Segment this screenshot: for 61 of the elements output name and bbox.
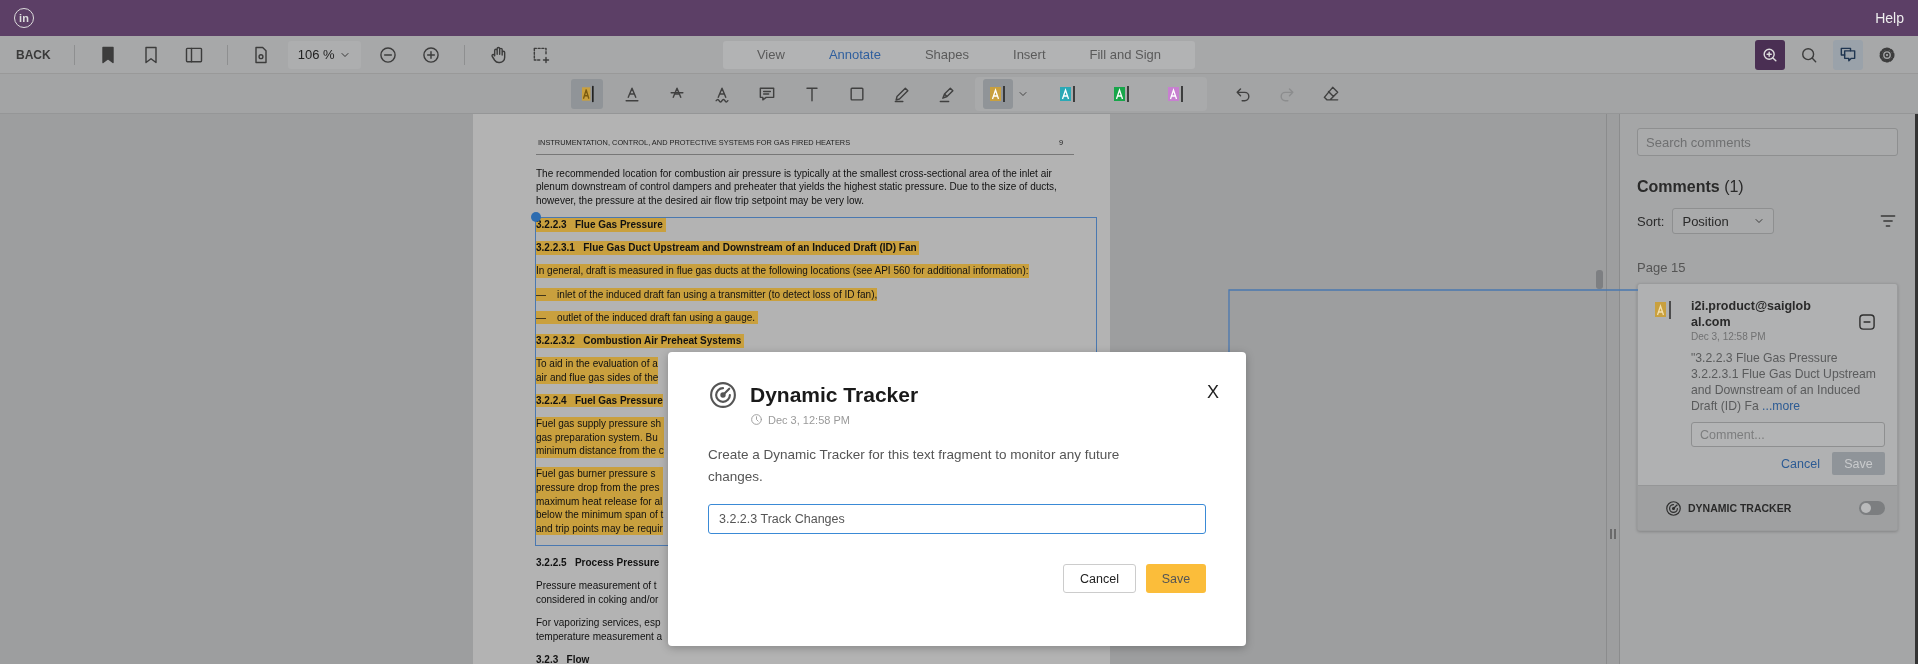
highlight-tool-button[interactable] bbox=[571, 78, 603, 109]
tracker-toggle[interactable] bbox=[1859, 501, 1885, 515]
highlight-color-button[interactable] bbox=[983, 78, 1013, 109]
text-highlight-icon bbox=[1655, 300, 1673, 320]
paragraph: Fuel gas burner pressure s pressure drop from the pres maximum heat release for al below the minimum span of t and trip points may be requir bbox=[536, 467, 664, 536]
close-button[interactable]: X bbox=[1207, 382, 1219, 403]
splitter-grip-icon[interactable] bbox=[1609, 528, 1617, 540]
scrollbar-thumb[interactable] bbox=[1596, 270, 1603, 289]
colored-text-icon bbox=[1113, 83, 1131, 104]
section-heading: 3.2.3 Flow bbox=[536, 652, 590, 664]
back-button[interactable]: BACK bbox=[16, 47, 51, 62]
paragraph: In general, draft is measured in flue gas ducts at the following locations (see API 560 for additional information): bbox=[536, 264, 1029, 278]
sort-select[interactable]: Position bbox=[1672, 208, 1775, 234]
clock-icon bbox=[750, 413, 763, 426]
more-link[interactable]: ...more bbox=[1762, 399, 1801, 413]
zoom-out-icon bbox=[377, 44, 398, 65]
mode-tab[interactable]: Annotate bbox=[806, 40, 903, 69]
mode-tab[interactable]: Shapes bbox=[902, 40, 991, 69]
section-heading: 3.2.2.3.2 Combustion Air Preheat Systems bbox=[536, 333, 745, 348]
paragraph: — outlet of the induced draft fan using a gauge. bbox=[536, 310, 758, 325]
paragraph: The recommended location for combustion air pressure is typically at the smallest cross-sectional area of the inlet air plenum downstream of control dampers and preheater that yields the highest static pressure. Due to the size of ducts, however, the pressure at the desired air flow trip setpoint may be very low. bbox=[536, 166, 1057, 208]
paragraph: — inlet of the induced draft fan using a transmitter (to detect loss of ID fan), bbox=[536, 287, 878, 302]
selection-handle[interactable] bbox=[531, 211, 541, 222]
paragraph: Pressure measurement of t considered in coking and/or bbox=[536, 579, 659, 607]
mode-tab[interactable]: Fill and Sign bbox=[1067, 40, 1184, 69]
paragraph: To aid in the evaluation of a air and flue gas sides of the bbox=[536, 357, 659, 385]
section-heading: 3.2.2.4 Fuel Gas Pressure bbox=[536, 393, 663, 408]
zoom-in-icon bbox=[420, 44, 441, 65]
minus-square-icon bbox=[1857, 312, 1877, 332]
comment-date: Dec 3, 12:58 PM bbox=[1691, 331, 1767, 342]
smart-search-button[interactable] bbox=[1755, 39, 1785, 70]
page-label: Page 15 bbox=[1637, 260, 1687, 275]
tracker-name-field[interactable]: 3.2.2.3 Track Changes bbox=[708, 504, 1206, 534]
collapse-button[interactable] bbox=[1857, 312, 1877, 332]
colored-text-icon bbox=[989, 83, 1007, 104]
cancel-link[interactable]: Cancel bbox=[1781, 456, 1820, 471]
cancel-button[interactable]: Cancel bbox=[1063, 564, 1136, 593]
zoom-select[interactable]: 106 % bbox=[287, 40, 361, 69]
section-heading: 3.2.2.5 Process Pressure bbox=[536, 556, 660, 570]
colored-text-icon bbox=[1167, 83, 1185, 104]
comments-title: Comments (1) bbox=[1637, 178, 1745, 196]
dialog-date: Dec 3, 12:58 PM bbox=[768, 413, 850, 426]
help-link[interactable]: Help bbox=[1875, 10, 1904, 26]
comments-button[interactable] bbox=[1833, 39, 1863, 70]
radar-icon bbox=[1665, 499, 1682, 517]
search-comments-field[interactable]: Search comments bbox=[1637, 128, 1898, 156]
dialog-title: Dynamic Tracker bbox=[750, 383, 919, 407]
section-heading: 3.2.2.3.1 Flue Gas Duct Upstream and Downstream of an Induced Draft (ID) Fan bbox=[536, 241, 920, 255]
paragraph: Fuel gas supply pressure sh gas preparation system. Bu minimum distance from the c bbox=[536, 417, 664, 458]
colored-text-icon bbox=[1059, 83, 1077, 104]
mode-tab[interactable]: View bbox=[734, 40, 807, 69]
dialog-message: Create a Dynamic Tracker for this text fragment to monitor any future changes. bbox=[708, 446, 1121, 486]
section-heading: 3.2.2.3 Flue Gas Pressure bbox=[536, 217, 666, 232]
mode-tab[interactable]: Insert bbox=[991, 40, 1068, 69]
paragraph: For vaporizing services, esp temperature measurement a bbox=[536, 615, 663, 644]
save-button[interactable]: Save bbox=[1146, 564, 1206, 593]
radar-icon bbox=[708, 380, 738, 410]
comment-author: i2i.product@saiglobal.com bbox=[1691, 298, 1811, 330]
comment-quote: "3.2.2.3 Flue Gas Pressure 3.2.2.3.1 Flue Gas Duct Upstream and Downstream of an Induced Draft (ID) Fa ...more bbox=[1691, 350, 1877, 414]
tracker-label: DYNAMIC TRACKER bbox=[1688, 502, 1792, 514]
sort-label: Sort: bbox=[1637, 213, 1665, 229]
